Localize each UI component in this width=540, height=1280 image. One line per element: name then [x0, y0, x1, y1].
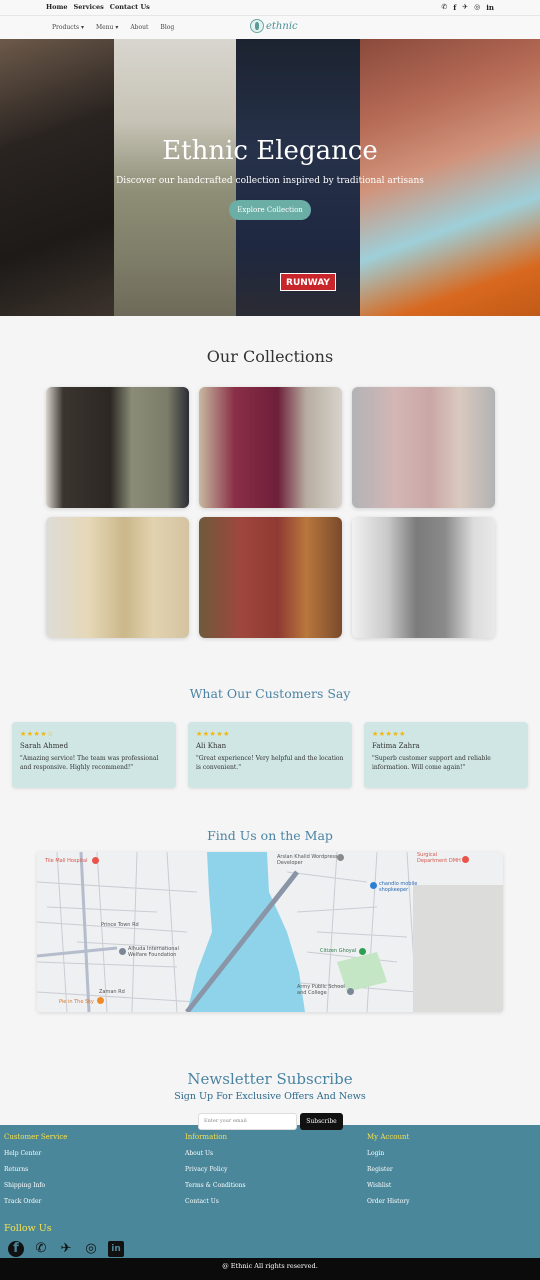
map-label: Prince Town Rd [101, 922, 139, 928]
testimonial-card: ★★★★★ Fatima Zahra "Superb customer supp… [364, 722, 528, 788]
newsletter-subtitle: Sign Up For Exclusive Offers And News [174, 1091, 366, 1102]
reviewer-name: Sarah Ahmed [20, 742, 69, 750]
twitter-icon[interactable]: ✈ [462, 3, 468, 12]
collection-tile[interactable] [352, 517, 495, 638]
review-text: "Great experience! Very helpful and the … [196, 755, 344, 771]
map-overlay-panel [413, 885, 503, 1012]
footer-heading: My Account [367, 1133, 410, 1141]
map-label: Pie in The Sky [59, 999, 94, 1005]
whatsapp-icon[interactable]: ✆ [441, 3, 447, 12]
linkedin-icon[interactable]: in [486, 3, 494, 12]
newsletter-email-input[interactable]: Enter your email [198, 1113, 297, 1130]
map-pin-icon[interactable] [119, 948, 126, 955]
reviewer-name: Ali Khan [196, 742, 227, 750]
footer-link[interactable]: Login [367, 1150, 409, 1157]
testimonial-card: ★★★★☆ Sarah Ahmed "Amazing service! The … [12, 722, 176, 788]
footer-link[interactable]: Privacy Policy [185, 1166, 246, 1173]
top-links: Home Services Contact Us [46, 3, 150, 11]
collection-tile[interactable] [46, 517, 189, 638]
runway-badge: RUNWAY [280, 273, 336, 291]
logo-text: ethnic [266, 20, 298, 32]
footer-link[interactable]: Contact Us [185, 1198, 246, 1205]
map-label: Army Public School and College [297, 984, 345, 996]
footer-column-customer-service: Customer Service Help Center Returns Shi… [4, 1133, 67, 1214]
newsletter-title: Newsletter Subscribe [187, 1070, 353, 1088]
top-link-contact[interactable]: Contact Us [110, 3, 150, 11]
twitter-icon[interactable]: ✈ [58, 1241, 74, 1257]
footer-social-icons: f ✆ ✈ ◎ in [8, 1241, 124, 1257]
top-link-services[interactable]: Services [74, 3, 104, 11]
collections-title: Our Collections [206, 347, 334, 366]
footer-link[interactable]: Shipping Info [4, 1182, 67, 1189]
map-label: Citizen Ghoyal [320, 948, 357, 954]
map-pin-icon[interactable] [92, 857, 99, 864]
map-pin-icon[interactable] [97, 997, 104, 1004]
footer-link[interactable]: Wishlist [367, 1182, 409, 1189]
hero-overlay: Ethnic Elegance Discover our handcrafted… [0, 39, 540, 316]
map-label: Alhuda International Welfare Foundation [128, 946, 179, 958]
rating-stars: ★★★★★ [196, 730, 230, 738]
footer-link[interactable]: Terms & Conditions [185, 1182, 246, 1189]
hero-title: Ethnic Elegance [162, 136, 378, 166]
testimonial-card: ★★★★★ Ali Khan "Great experience! Very h… [188, 722, 352, 788]
footer-link[interactable]: Order History [367, 1198, 409, 1205]
footer-link[interactable]: Register [367, 1166, 409, 1173]
top-bar: Home Services Contact Us ✆ f ✈ ◎ in [0, 0, 540, 16]
collection-tile[interactable] [199, 387, 342, 508]
top-link-home[interactable]: Home [46, 3, 68, 11]
footer-link[interactable]: Returns [4, 1166, 67, 1173]
footer-link[interactable]: Track Order [4, 1198, 67, 1205]
location-map[interactable]: Tile Mall Hospital Arslan Khalid Wordpre… [37, 852, 503, 1012]
explore-collection-button[interactable]: Explore Collection [229, 200, 311, 220]
brand-logo[interactable]: ethnic [250, 19, 298, 33]
footer-heading: Customer Service [4, 1133, 68, 1141]
map-label: Tile Mall Hospital [45, 858, 88, 864]
site-footer: Customer Service Help Center Returns Shi… [0, 1125, 540, 1258]
facebook-icon[interactable]: f [8, 1241, 24, 1257]
linkedin-icon[interactable]: in [108, 1241, 124, 1257]
instagram-icon[interactable]: ◎ [474, 3, 480, 12]
nav-about[interactable]: About [130, 24, 148, 31]
map-pin-icon[interactable] [462, 856, 469, 863]
main-nav: Products ▾ Menu ▾ About Blog ethnic [0, 16, 540, 39]
instagram-icon[interactable]: ◎ [83, 1241, 99, 1257]
whatsapp-icon[interactable]: ✆ [33, 1241, 49, 1257]
nav-menu: Products ▾ Menu ▾ About Blog [52, 24, 174, 31]
collection-tile[interactable] [199, 517, 342, 638]
map-pin-icon[interactable] [337, 854, 344, 861]
testimonials-title: What Our Customers Say [189, 686, 351, 701]
map-label: Surgical Department DMH [417, 852, 461, 864]
nav-blog[interactable]: Blog [160, 24, 174, 31]
map-label: chandio mobile shopkeeper [379, 881, 418, 893]
facebook-icon[interactable]: f [453, 3, 456, 12]
collection-tile[interactable] [46, 387, 189, 508]
hero-subtitle: Discover our handcrafted collection insp… [116, 176, 424, 186]
review-text: "Superb customer support and reliable in… [372, 755, 491, 771]
footer-column-my-account: My Account Login Register Wishlist Order… [367, 1133, 409, 1214]
footer-link[interactable]: Help Center [4, 1150, 67, 1157]
rating-stars: ★★★★☆ [20, 730, 54, 738]
nav-products[interactable]: Products ▾ [52, 24, 84, 31]
copyright-bar: @ Ethnic All rights reserved. [0, 1258, 540, 1280]
review-text: "Amazing service! The team was professio… [20, 755, 159, 771]
collection-tile[interactable] [352, 387, 495, 508]
nav-menu-dropdown[interactable]: Menu ▾ [96, 24, 118, 31]
subscribe-button[interactable]: Subscribe [300, 1113, 343, 1130]
follow-us-heading: Follow Us [4, 1223, 52, 1234]
footer-column-information: Information About Us Privacy Policy Term… [185, 1133, 246, 1214]
top-social: ✆ f ✈ ◎ in [441, 3, 494, 12]
map-pin-icon[interactable] [370, 882, 377, 889]
footer-heading: Information [185, 1133, 228, 1141]
map-pin-icon[interactable] [359, 948, 366, 955]
map-title: Find Us on the Map [207, 828, 333, 843]
map-label: Zaman Rd [99, 989, 125, 995]
rating-stars: ★★★★★ [372, 730, 406, 738]
footer-link[interactable]: About Us [185, 1150, 246, 1157]
map-pin-icon[interactable] [347, 988, 354, 995]
logo-icon [250, 19, 264, 33]
reviewer-name: Fatima Zahra [372, 742, 420, 750]
